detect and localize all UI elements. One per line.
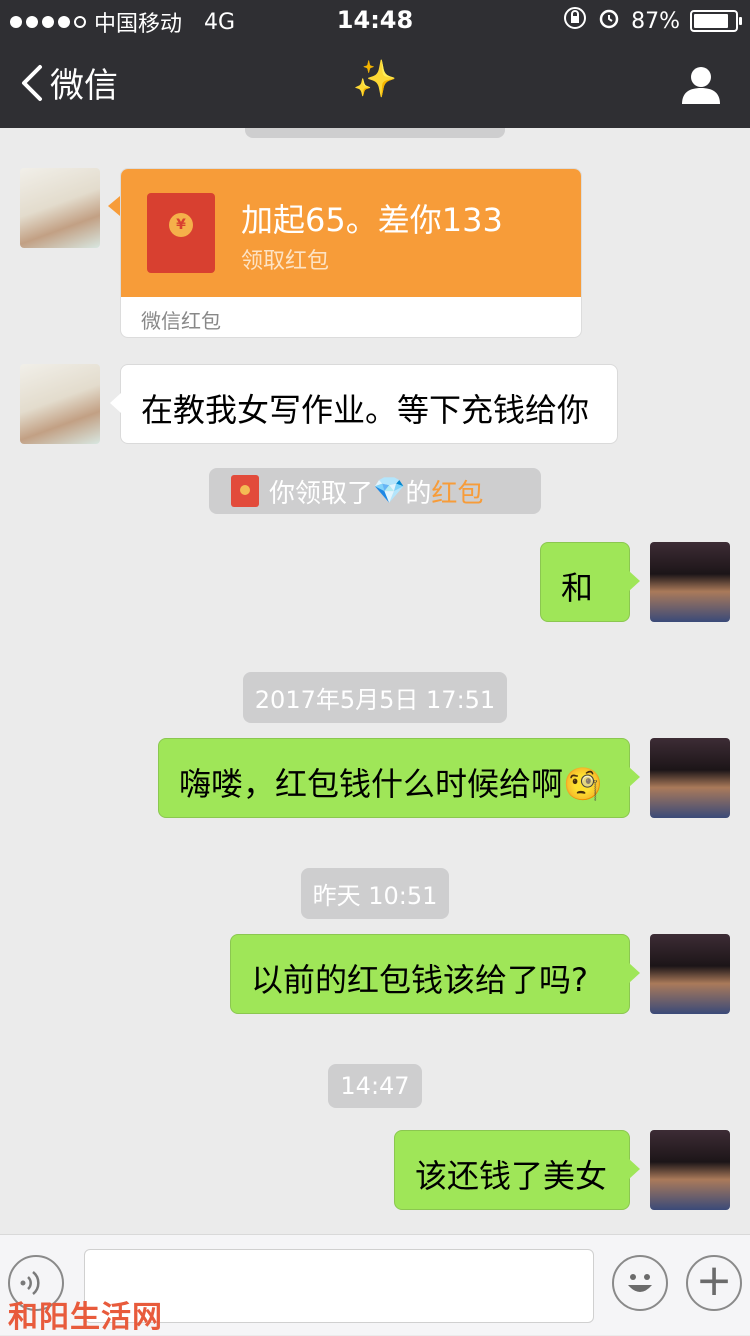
- status-icons: 87%: [563, 6, 742, 36]
- avatar[interactable]: [650, 738, 730, 818]
- timestamp-text: 14:47: [328, 1064, 422, 1108]
- avatar[interactable]: [20, 364, 100, 444]
- alarm-icon: [597, 6, 621, 36]
- watermark: 和阳生活网: [8, 1300, 163, 1335]
- red-packet-header: ¥ 加起65。差你133 领取红包: [121, 169, 581, 297]
- red-packet-subtitle: 领取红包: [241, 249, 330, 274]
- outgoing-message[interactable]: 该还钱了美女: [394, 1130, 640, 1210]
- bubble-pointer: [108, 196, 120, 216]
- more-button[interactable]: +: [686, 1255, 742, 1311]
- navigation-bar: 微信 ✨: [0, 40, 750, 128]
- red-packet-title: 加起65。差你133: [241, 201, 503, 239]
- system-notice: 你领取了 💎 的 红包: [209, 468, 541, 514]
- red-packet-small-icon: [231, 475, 259, 507]
- outgoing-message[interactable]: 和: [540, 542, 640, 622]
- message-text: 以前的红包钱该给了吗?: [251, 961, 588, 999]
- plus-icon: +: [695, 1255, 733, 1306]
- timestamp-hidden: [0, 128, 750, 142]
- emoji-button[interactable]: [612, 1255, 668, 1311]
- red-packet-message[interactable]: ¥ 加起65。差你133 领取红包 微信红包: [120, 168, 582, 338]
- red-packet-footer: 微信红包: [141, 309, 221, 333]
- outgoing-message[interactable]: 以前的红包钱该给了吗?: [230, 934, 640, 1014]
- notice-prefix: 你领取了: [269, 478, 374, 509]
- timestamp-text: 昨天 10:51: [300, 868, 450, 919]
- smiley-icon: [628, 1274, 652, 1292]
- red-packet-icon: ¥: [147, 193, 215, 273]
- chat-title: ✨: [352, 59, 398, 100]
- rotation-lock-icon: [563, 6, 587, 36]
- message-text: 和: [561, 569, 594, 607]
- message-text: 在教我女写作业。等下充钱给你: [141, 391, 590, 429]
- red-packet-link[interactable]: 红包: [431, 473, 483, 510]
- status-bar: 中国移动 4G 14:48 87%: [0, 0, 750, 40]
- chat-area[interactable]: ¥ 加起65。差你133 领取红包 微信红包 在教我女写作业。等下充钱给你 你领…: [0, 128, 750, 1234]
- outgoing-message[interactable]: 嗨喽，红包钱什么时候给啊🧐: [158, 738, 640, 818]
- gem-icon: 💎: [373, 476, 406, 506]
- profile-icon[interactable]: [680, 64, 722, 106]
- avatar[interactable]: [20, 168, 100, 248]
- avatar[interactable]: [650, 542, 730, 622]
- notice-middle: 的: [405, 478, 432, 509]
- timestamp: 2017年5月5日 17:51: [0, 672, 750, 723]
- timestamp: 14:47: [0, 1064, 750, 1108]
- timestamp: 昨天 10:51: [0, 868, 750, 919]
- message-text: 嗨喽，红包钱什么时候给啊🧐: [179, 765, 603, 803]
- battery-percent: 87%: [631, 8, 680, 34]
- avatar[interactable]: [650, 934, 730, 1014]
- message-text: 该还钱了美女: [415, 1157, 608, 1195]
- avatar[interactable]: [650, 1130, 730, 1210]
- incoming-message[interactable]: 在教我女写作业。等下充钱给你: [110, 364, 618, 444]
- battery-icon: [690, 10, 742, 32]
- timestamp-text: 2017年5月5日 17:51: [242, 672, 508, 723]
